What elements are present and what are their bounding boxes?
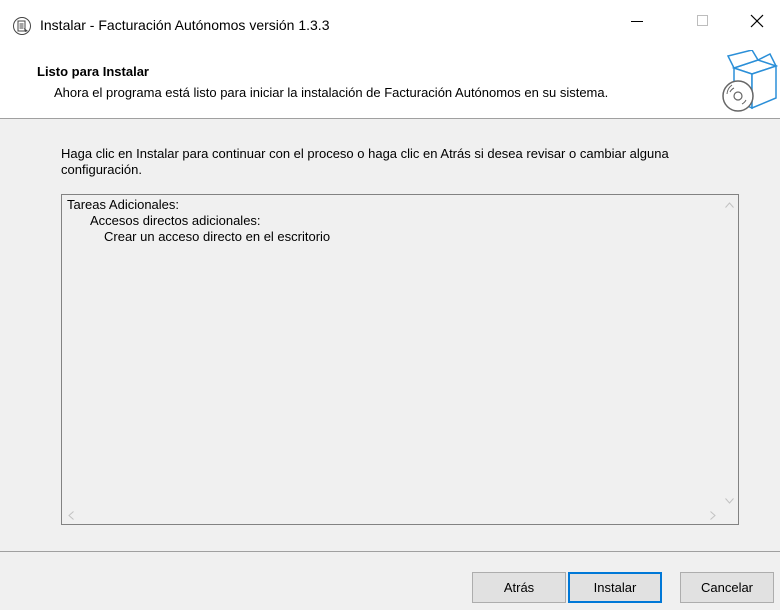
ready-memo[interactable]: Tareas Adicionales: Accesos directos adi… (61, 194, 739, 525)
memo-content: Tareas Adicionales: Accesos directos adi… (67, 197, 330, 245)
page-title: Listo para Instalar (37, 64, 149, 79)
scroll-up-button[interactable] (721, 195, 738, 212)
wizard-content: Haga clic en Instalar para continuar con… (0, 119, 780, 551)
scroll-left-button[interactable] (62, 507, 79, 524)
install-button[interactable]: Instalar (568, 572, 662, 603)
chevron-left-icon (67, 508, 74, 523)
back-button[interactable]: Atrás (472, 572, 566, 603)
wizard-header: Listo para Instalar Ahora el programa es… (0, 45, 780, 118)
horizontal-scrollbar[interactable] (62, 507, 721, 524)
memo-line-shortcuts: Accesos directos adicionales: (90, 213, 261, 228)
window-title: Instalar - Facturación Autónomos versión… (40, 17, 330, 33)
title-bar[interactable]: Instalar - Facturación Autónomos versión… (0, 0, 780, 45)
installer-app-icon (12, 16, 32, 36)
close-icon (750, 14, 764, 31)
memo-line-desktop-shortcut: Crear un acceso directo en el escritorio (104, 229, 331, 244)
chevron-up-icon (725, 196, 734, 211)
minimize-icon (631, 15, 643, 30)
vertical-scrollbar[interactable] (721, 195, 738, 508)
maximize-button[interactable] (680, 0, 726, 45)
scroll-right-button[interactable] (704, 507, 721, 524)
install-box-disc-icon (718, 49, 779, 116)
maximize-icon (697, 15, 709, 30)
scroll-down-button[interactable] (721, 491, 738, 508)
instruction-text: Haga clic en Instalar para continuar con… (61, 146, 669, 177)
cancel-button[interactable]: Cancelar (680, 572, 774, 603)
minimize-button[interactable] (614, 0, 660, 45)
scrollbar-corner (721, 507, 738, 524)
memo-line-tasks: Tareas Adicionales: (67, 197, 180, 212)
chevron-down-icon (725, 492, 734, 507)
close-button[interactable] (734, 0, 780, 45)
page-subtitle: Ahora el programa está listo para inicia… (54, 85, 609, 100)
wizard-footer: Atrás Instalar Cancelar (0, 552, 780, 610)
chevron-right-icon (709, 508, 716, 523)
